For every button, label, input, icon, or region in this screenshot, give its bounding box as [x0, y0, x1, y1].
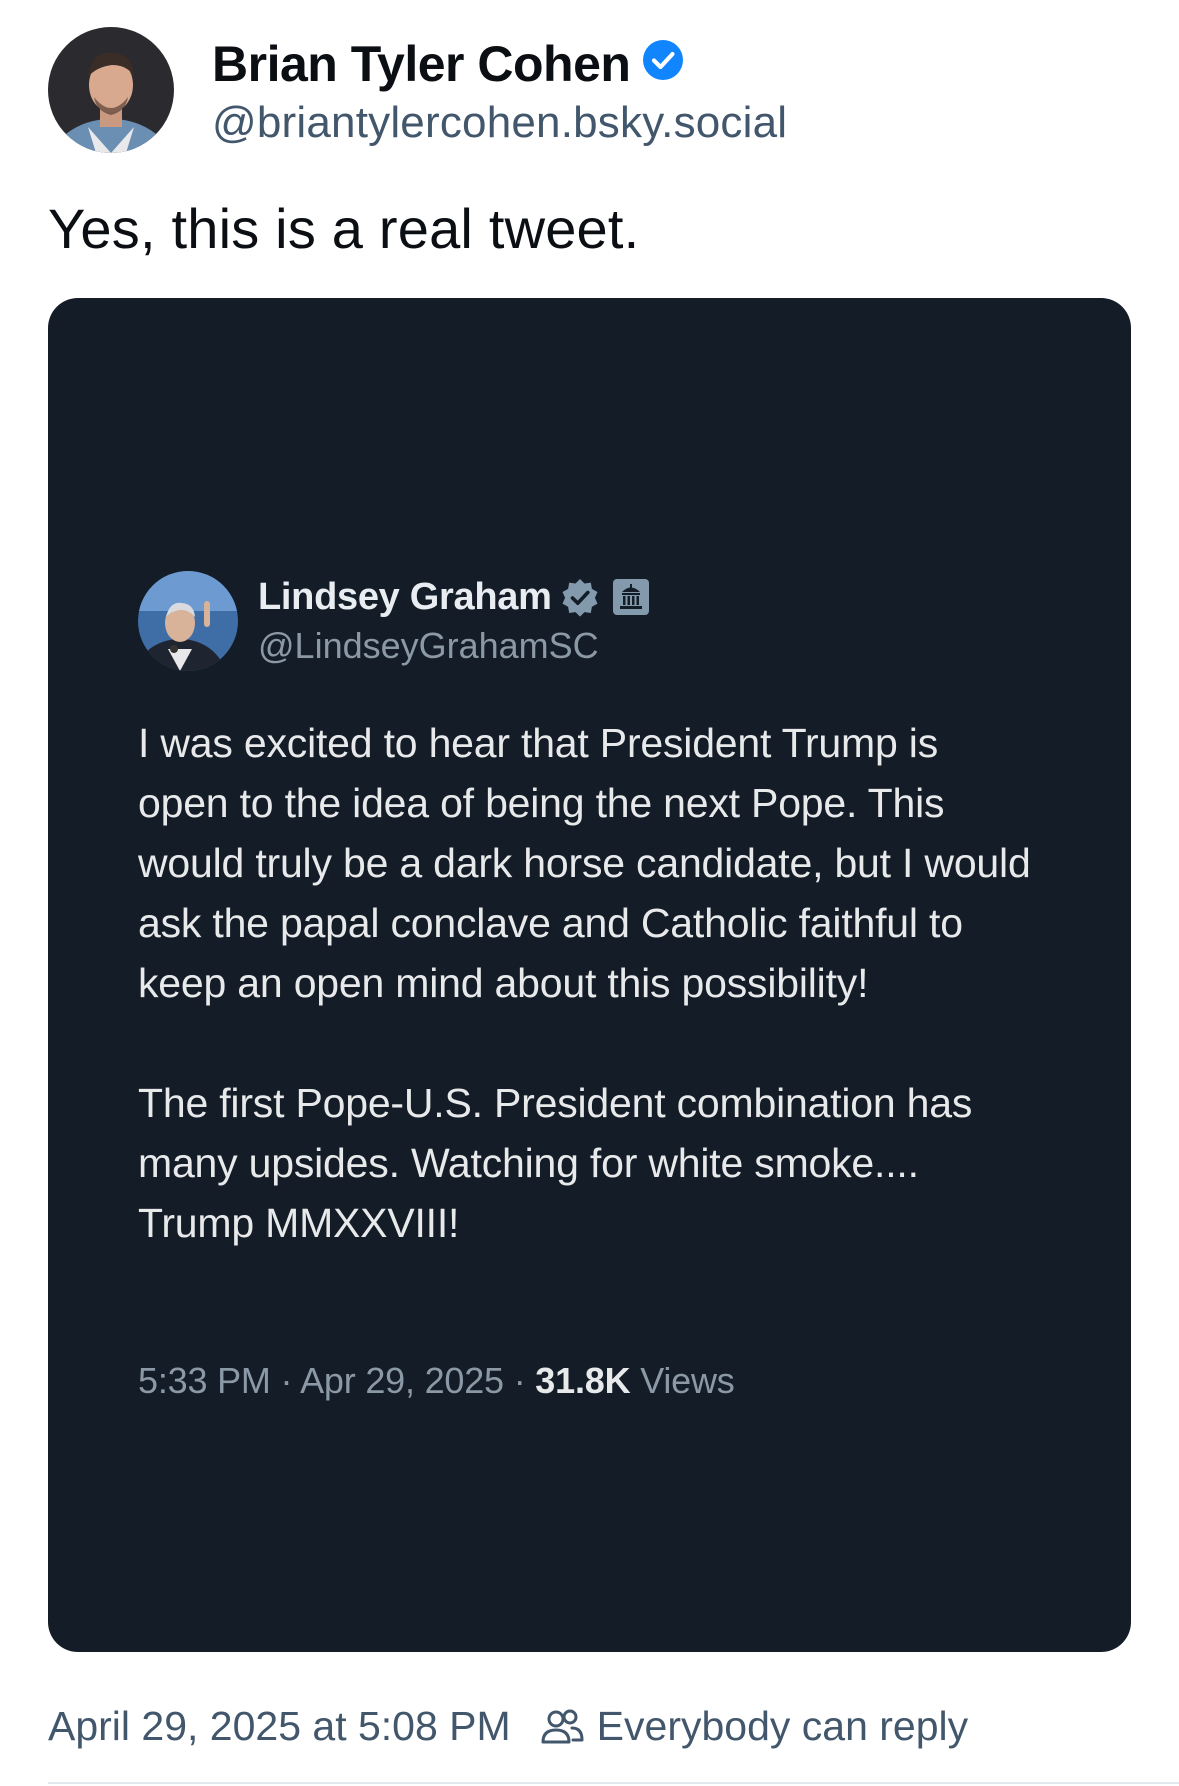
screenshot-tweet-header: Lindsey Graham @LindseyGrahamSC: [138, 571, 650, 671]
verified-check-icon[interactable]: [642, 39, 684, 81]
screenshot-author-handle: @LindseyGrahamSC: [258, 624, 599, 666]
author-handle[interactable]: @briantylercohen.bsky.social: [212, 98, 787, 148]
author-meta: Brian Tyler Cohen @briantylercohen.bsky.…: [212, 32, 787, 148]
screenshot-tweet-meta: 5:33 PM · Apr 29, 2025 · 31.8K Views: [138, 1360, 735, 1402]
post-footer: April 29, 2025 at 5:08 PM Everybody can …: [48, 1703, 968, 1750]
author-display-name[interactable]: Brian Tyler Cohen: [212, 35, 631, 93]
screenshot-tweet-paragraph: The first Pope-U.S. President combinatio…: [138, 1080, 973, 1246]
meta-separator: ·: [513, 1360, 526, 1401]
post-author-header: Brian Tyler Cohen @briantylercohen.bsky.…: [48, 27, 787, 153]
screenshot-author-name: Lindsey Graham: [258, 575, 552, 618]
screenshot-tweet-body: I was excited to hear that President Tru…: [138, 713, 1038, 1313]
screenshot-tweet-paragraph: I was excited to hear that President Tru…: [138, 720, 1031, 1006]
post-timestamp[interactable]: April 29, 2025 at 5:08 PM: [48, 1703, 511, 1750]
government-building-icon: [612, 579, 649, 615]
reply-setting-label: Everybody can reply: [596, 1703, 969, 1749]
screenshot-tweet-date: Apr 29, 2025: [300, 1360, 504, 1401]
screenshot-views-count: 31.8K: [535, 1360, 631, 1401]
screenshot-tweet-time: 5:33 PM: [138, 1360, 271, 1401]
screenshot-avatar-image: [138, 571, 238, 671]
post-text: Yes, this is a real tweet.: [48, 197, 640, 260]
verified-check-icon: [562, 579, 598, 617]
screenshot-author-name-row: Lindsey Graham: [258, 576, 650, 619]
author-avatar[interactable]: [48, 27, 174, 153]
author-avatar-image: [48, 27, 174, 153]
screenshot-views-label: Views: [640, 1360, 735, 1401]
embedded-image[interactable]: Lindsey Graham @LindseyGrahamSC I was ex…: [48, 298, 1131, 1652]
reply-setting[interactable]: Everybody can reply: [539, 1703, 968, 1750]
screenshot-author-meta: Lindsey Graham @LindseyGrahamSC: [258, 576, 650, 667]
screenshot-author-avatar: [138, 571, 238, 671]
people-icon: [541, 1709, 584, 1743]
meta-separator: ·: [280, 1360, 293, 1401]
divider: [48, 1782, 1179, 1784]
author-name-row: Brian Tyler Cohen: [212, 32, 787, 96]
post-thread-item: Brian Tyler Cohen @briantylercohen.bsky.…: [0, 0, 1179, 1786]
